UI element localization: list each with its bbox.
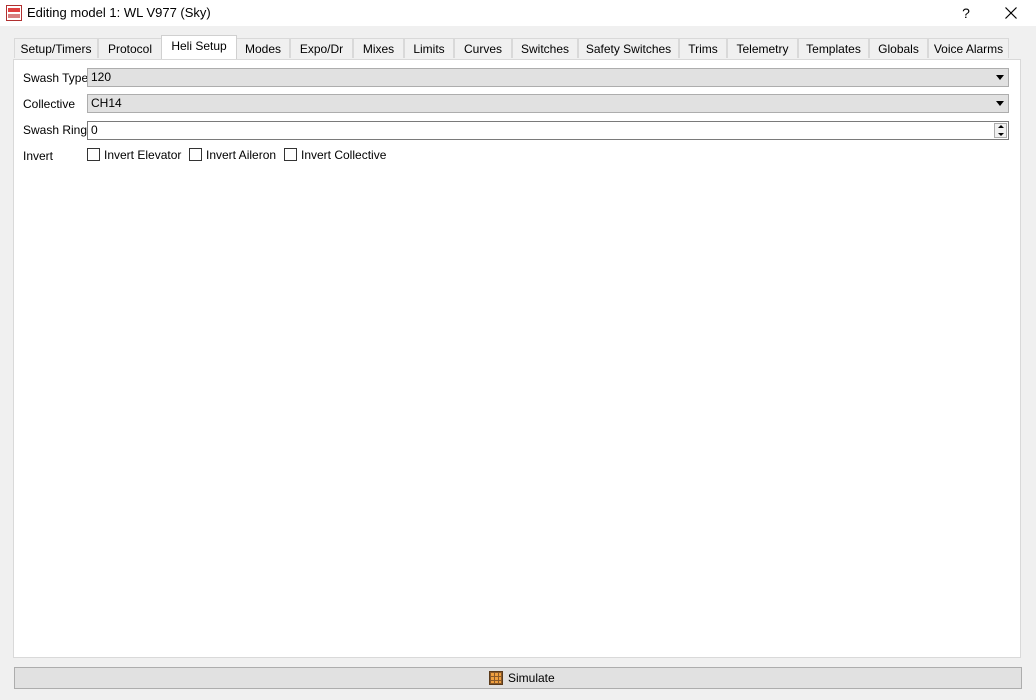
tab-bar: Setup/Timers Protocol Heli Setup Modes E… (14, 35, 1014, 59)
invert-collective-checkbox[interactable] (284, 148, 297, 161)
tab-voice-alarms[interactable]: Voice Alarms (928, 38, 1009, 58)
companion-app-icon (6, 5, 22, 21)
collective-label: Collective (23, 97, 76, 111)
tab-limits[interactable]: Limits (404, 38, 454, 58)
close-icon (1005, 7, 1017, 19)
help-button[interactable]: ? (952, 0, 980, 26)
tab-trims[interactable]: Trims (679, 38, 727, 58)
invert-label: Invert (23, 149, 54, 163)
spin-up-icon[interactable] (998, 125, 1004, 128)
collective-select[interactable]: CH14 (87, 94, 1009, 113)
tab-heli-setup[interactable]: Heli Setup (161, 35, 237, 59)
simulator-icon (489, 671, 503, 685)
spin-buttons[interactable] (994, 123, 1007, 138)
swash-ring-label: Swash Ring (23, 123, 88, 137)
invert-elevator-checkbox[interactable] (87, 148, 100, 161)
tab-switches[interactable]: Switches (512, 38, 578, 58)
tab-protocol[interactable]: Protocol (98, 38, 162, 58)
window-title: Editing model 1: WL V977 (Sky) (27, 5, 211, 20)
simulate-label: Simulate (508, 671, 555, 685)
invert-aileron-checkbox[interactable] (189, 148, 202, 161)
chevron-down-icon (996, 75, 1004, 80)
tab-telemetry[interactable]: Telemetry (727, 38, 798, 58)
tab-templates[interactable]: Templates (798, 38, 869, 58)
tab-safety-switches[interactable]: Safety Switches (578, 38, 679, 58)
swash-type-value: 120 (91, 70, 112, 84)
tab-mixes[interactable]: Mixes (353, 38, 404, 58)
invert-aileron-label[interactable]: Invert Aileron (206, 148, 276, 162)
tab-globals[interactable]: Globals (869, 38, 928, 58)
title-bar: Editing model 1: WL V977 (Sky) ? (0, 0, 1036, 26)
swash-ring-spinbox[interactable]: 0 (87, 121, 1009, 140)
tab-modes[interactable]: Modes (236, 38, 290, 58)
invert-collective-label[interactable]: Invert Collective (301, 148, 386, 162)
swash-type-select[interactable]: 120 (87, 68, 1009, 87)
collective-value: CH14 (91, 96, 122, 110)
close-button[interactable] (996, 0, 1026, 26)
tab-setup-timers[interactable]: Setup/Timers (14, 38, 98, 58)
swash-type-label: Swash Type (23, 71, 89, 85)
swash-ring-value: 0 (91, 123, 98, 137)
tab-curves[interactable]: Curves (454, 38, 512, 58)
spin-down-icon[interactable] (998, 133, 1004, 136)
chevron-down-icon (996, 101, 1004, 106)
simulate-button[interactable]: Simulate (14, 667, 1022, 689)
tab-expo-dr[interactable]: Expo/Dr (290, 38, 353, 58)
invert-elevator-label[interactable]: Invert Elevator (104, 148, 181, 162)
